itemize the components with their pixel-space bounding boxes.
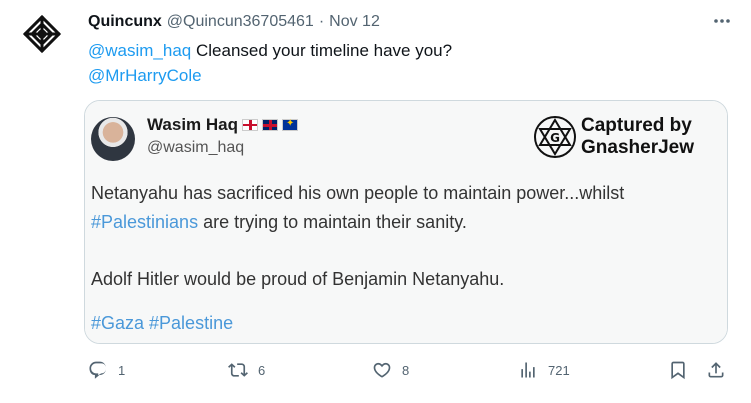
quoted-line-2: are trying to maintain their sanity. xyxy=(198,212,467,232)
quoted-body: Netanyahu has sacrificed his own people … xyxy=(91,179,624,294)
tweet-body-text: Cleansed your timeline have you? xyxy=(195,41,453,60)
share-button[interactable] xyxy=(706,356,726,384)
tweet-text: @wasim_haq Cleansed your timeline have y… xyxy=(88,38,452,88)
svg-text:G: G xyxy=(550,131,560,145)
mention-link-wasim-haq[interactable]: @wasim_haq xyxy=(88,41,191,60)
author-display-name[interactable]: Quincunx xyxy=(88,13,162,31)
reply-icon xyxy=(89,361,107,379)
author-handle[interactable]: @Quincun36705461 xyxy=(167,13,314,31)
views-count: 721 xyxy=(548,362,570,378)
more-options-icon[interactable] xyxy=(711,10,733,32)
separator-dot: · xyxy=(318,13,325,30)
watermark-line-1: Captured by xyxy=(581,115,692,136)
hashtag-palestinians: #Palestinians xyxy=(91,212,199,232)
tweet-card[interactable]: Quincunx @Quincun36705461 · Nov 12 @wasi… xyxy=(0,0,751,403)
quoted-hashtags: #Gaza #Palestine xyxy=(91,313,234,333)
reply-button[interactable]: 1 xyxy=(88,356,125,384)
action-bar: 1 6 8 721 xyxy=(88,356,728,384)
retweet-count: 6 xyxy=(258,362,266,378)
share-icon xyxy=(708,362,724,378)
retweet-button[interactable]: 6 xyxy=(228,356,265,384)
bookmark-icon xyxy=(671,361,685,380)
like-button[interactable]: 8 xyxy=(372,356,409,384)
bookmark-button[interactable] xyxy=(668,356,688,384)
quoted-handle: @wasim_haq xyxy=(147,139,245,156)
views-chart-icon xyxy=(521,362,535,378)
quincunx-knot-logo-icon[interactable] xyxy=(20,12,64,56)
uk-flag-icon xyxy=(262,119,279,131)
like-count: 8 xyxy=(402,362,410,378)
tweet-date[interactable]: Nov 12 xyxy=(329,13,380,31)
quoted-display-name: Wasim Haq xyxy=(147,115,239,134)
retweet-icon xyxy=(228,363,248,377)
attached-image[interactable]: Wasim Haq @wasim_haq G Captured by Gnash… xyxy=(84,100,728,344)
reply-count: 1 xyxy=(118,362,126,378)
eu-flag-icon xyxy=(282,118,299,131)
watermark: G Captured by GnasherJew xyxy=(533,115,694,159)
views-button[interactable]: 721 xyxy=(518,356,570,384)
quoted-line-1: Netanyahu has sacrificed his own people … xyxy=(91,183,625,203)
screenshot-image: Wasim Haq @wasim_haq G Captured by Gnash… xyxy=(85,101,727,343)
england-flag-icon xyxy=(242,119,259,131)
mention-link-mrharrycole[interactable]: @MrHarryCole xyxy=(88,66,202,85)
star-of-david-icon: G xyxy=(534,116,576,158)
quoted-name-row: Wasim Haq xyxy=(147,115,299,135)
quoted-line-3: Adolf Hitler would be proud of Benjamin … xyxy=(91,269,505,289)
watermark-line-2: GnasherJew xyxy=(581,137,694,158)
wasim-haq-avatar xyxy=(91,117,135,161)
heart-icon xyxy=(373,362,391,378)
tweet-header: Quincunx @Quincun36705461 · Nov 12 xyxy=(88,12,380,32)
